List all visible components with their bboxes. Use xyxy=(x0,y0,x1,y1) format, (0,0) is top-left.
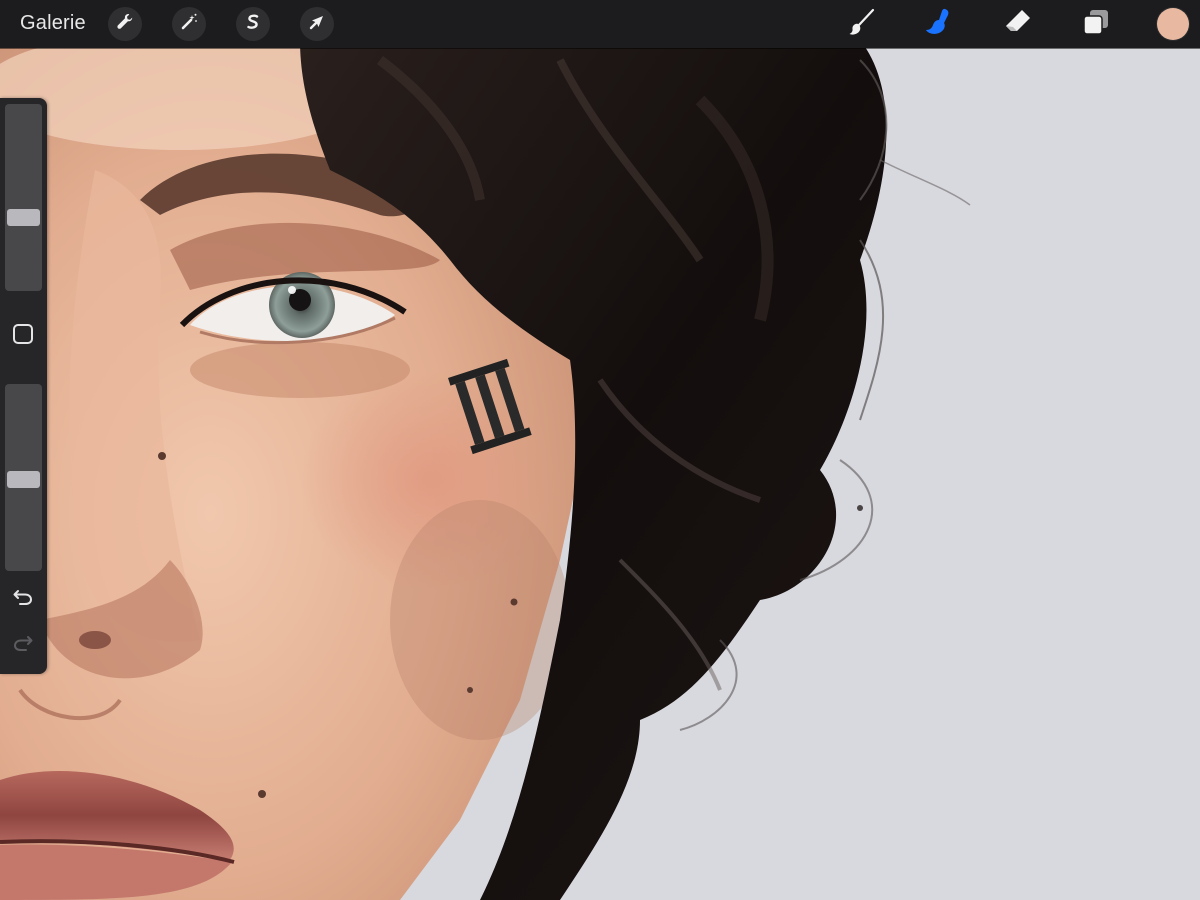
adjustments-button[interactable] xyxy=(172,7,206,41)
square-icon xyxy=(12,323,34,350)
opacity-thumb[interactable] xyxy=(7,470,40,488)
brush-size-thumb[interactable] xyxy=(7,208,40,226)
selection-s-icon xyxy=(243,12,263,37)
layers-button[interactable] xyxy=(1078,6,1114,42)
magic-wand-icon xyxy=(179,12,199,37)
undo-icon xyxy=(12,586,34,613)
eraser-tool[interactable] xyxy=(1000,6,1036,42)
drawing-canvas[interactable] xyxy=(0,0,1200,900)
opacity-slider[interactable] xyxy=(5,384,42,571)
color-picker-button[interactable] xyxy=(1157,8,1189,40)
layers-icon xyxy=(1080,6,1112,43)
selection-button[interactable] xyxy=(236,7,270,41)
modify-button[interactable] xyxy=(108,7,142,41)
eraser-icon xyxy=(1002,6,1034,43)
redo-icon xyxy=(12,632,34,659)
brush-size-slider[interactable] xyxy=(5,104,42,291)
brush-icon xyxy=(846,6,878,43)
brush-tool[interactable] xyxy=(844,6,880,42)
wrench-icon xyxy=(115,12,135,37)
modify-square-button[interactable] xyxy=(8,321,38,351)
smudge-finger-icon xyxy=(922,6,954,43)
smudge-tool[interactable] xyxy=(920,6,956,42)
undo-button[interactable] xyxy=(8,584,38,614)
left-sidebar xyxy=(0,98,47,674)
transform-button[interactable] xyxy=(300,7,334,41)
top-toolbar: Galerie xyxy=(0,0,1200,48)
artwork xyxy=(0,0,1200,900)
redo-button[interactable] xyxy=(8,630,38,660)
arrow-cursor-icon xyxy=(307,12,327,37)
gallery-button[interactable]: Galerie xyxy=(20,12,86,35)
